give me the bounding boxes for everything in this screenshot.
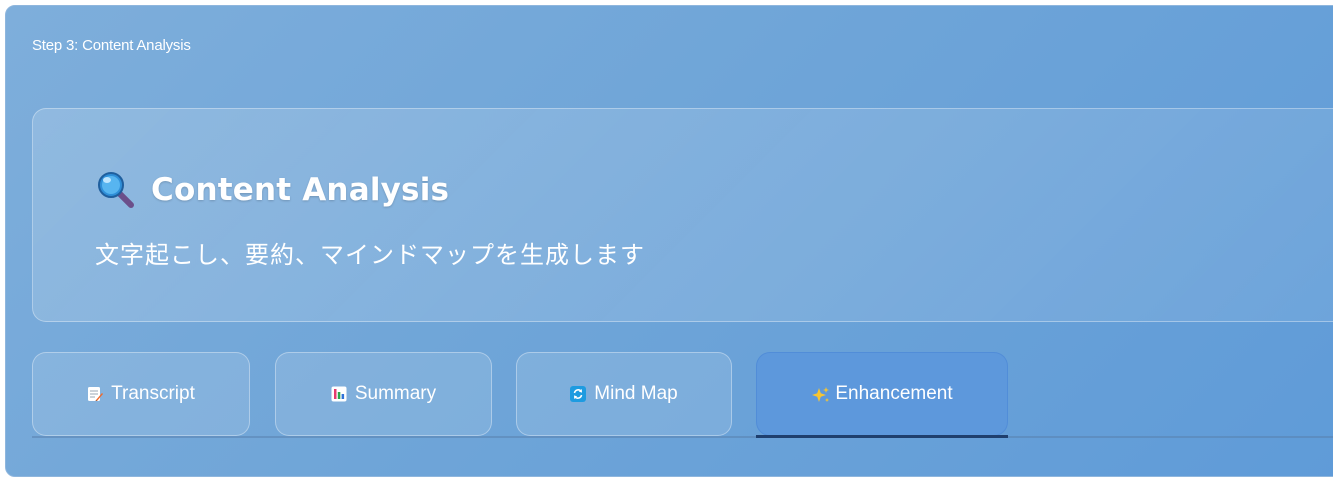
page-title: Content Analysis: [151, 172, 450, 208]
tab-transcript-label: Transcript: [111, 383, 195, 404]
header-card: Content Analysis 文字起こし、要約、マインドマップを生成します: [32, 108, 1333, 322]
tab-divider: [32, 436, 1333, 438]
page-subtitle: 文字起こし、要約、マインドマップを生成します: [95, 241, 645, 269]
tab-mind-map-label: Mind Map: [594, 383, 678, 404]
tab-transcript[interactable]: Transcript: [32, 352, 250, 436]
memo-icon: [87, 386, 104, 402]
tab-summary-label: Summary: [354, 383, 437, 404]
tab-mind-map[interactable]: Mind Map: [516, 352, 732, 436]
header-title-row: Content Analysis: [95, 169, 449, 211]
sparkles-icon: [811, 386, 830, 402]
tab-summary[interactable]: Summary: [275, 352, 492, 436]
step-label: Step 3: Content Analysis: [32, 37, 191, 54]
tab-enhancement-label: Enhancement: [835, 383, 953, 404]
active-tab-indicator: [756, 435, 1008, 438]
bar-chart-icon: [331, 386, 347, 402]
refresh-icon: [570, 386, 587, 402]
tab-bar: Transcript Summary Mind Map Enhancement: [32, 352, 1333, 442]
tab-enhancement[interactable]: Enhancement: [756, 352, 1008, 436]
magnifier-icon: [95, 169, 137, 211]
content-analysis-panel: Step 3: Content Analysis Content Analysi…: [5, 5, 1333, 477]
